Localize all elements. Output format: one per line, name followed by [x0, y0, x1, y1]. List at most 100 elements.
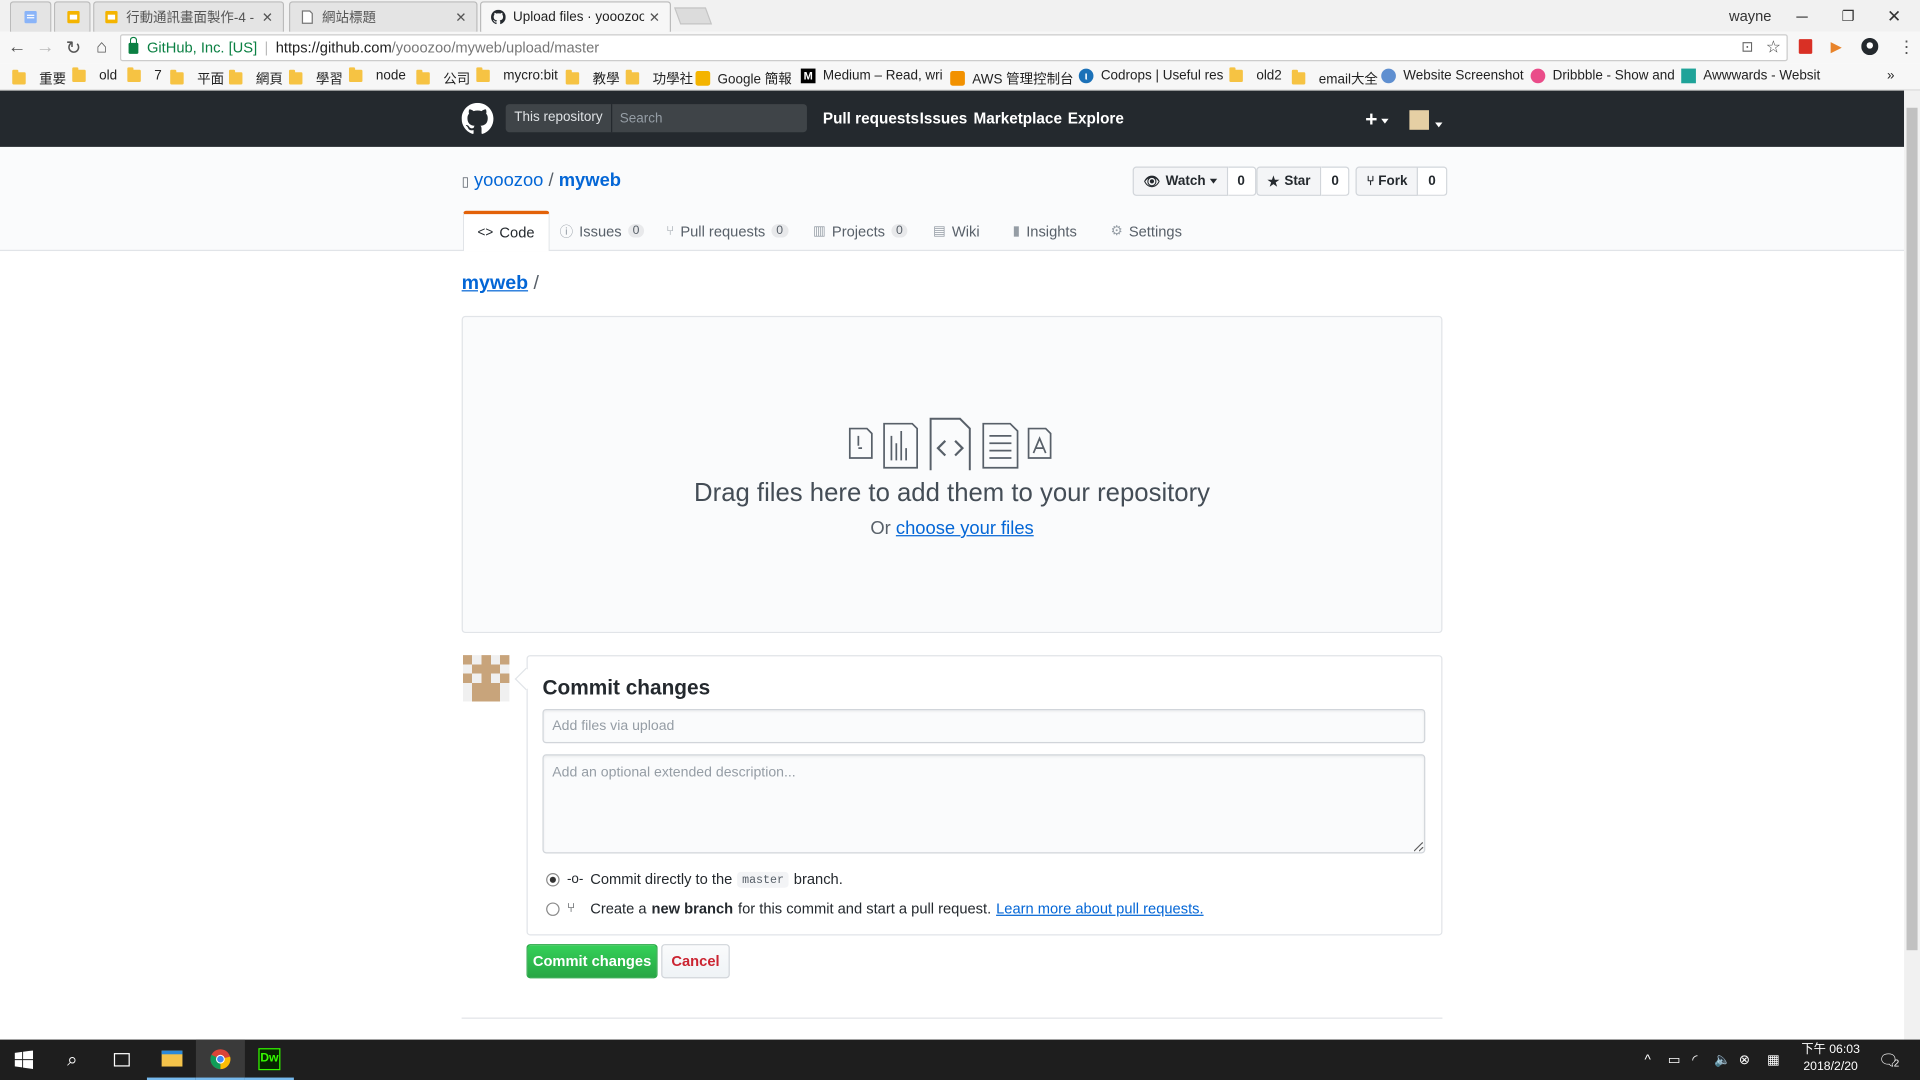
star-icon: ★	[1267, 174, 1280, 190]
nav-pull-requests[interactable]: Pull requests	[823, 110, 919, 127]
tray-app-icon[interactable]: ⊗	[1739, 1040, 1750, 1080]
repo-owner-link[interactable]: yooozoo	[474, 170, 543, 191]
home-icon[interactable]: ⌂	[91, 37, 113, 58]
volume-icon[interactable]: 🔈	[1714, 1040, 1731, 1080]
file-explorer-icon[interactable]	[146, 1040, 196, 1080]
tab-code[interactable]: <> Code	[462, 210, 550, 252]
window-close-icon[interactable]: ✕	[1887, 0, 1901, 32]
tab-issues[interactable]: ⓘ Issues 0	[560, 211, 645, 251]
close-icon[interactable]: ✕	[649, 9, 660, 25]
bookmarks-overflow-icon[interactable]: »	[1887, 69, 1895, 84]
watch-count[interactable]: 0	[1227, 166, 1256, 196]
commit-directly-option[interactable]: -o- Commit directly to the master branch…	[567, 871, 843, 888]
menu-icon[interactable]: ⋮	[1898, 37, 1915, 58]
bookmark-item[interactable]: 平面	[170, 69, 224, 89]
windows-start-icon[interactable]	[0, 1040, 47, 1080]
bookmark-item[interactable]: Awwwards - Websit	[1681, 68, 1820, 84]
bookmark-item[interactable]: AWS 管理控制台	[950, 69, 1074, 89]
fork-count[interactable]: 0	[1418, 166, 1447, 196]
bookmark-item[interactable]: 教學	[565, 69, 620, 89]
nav-issues[interactable]: Issues	[920, 110, 968, 127]
new-branch-option[interactable]: ⑂ Create a new branch for this commit an…	[567, 900, 1204, 917]
github-extension-icon[interactable]	[1861, 37, 1879, 56]
bookmark-item[interactable]: 網頁	[228, 69, 283, 89]
pinned-tab-slides[interactable]	[53, 1, 91, 32]
bookmark-item[interactable]: Website Screenshot	[1381, 68, 1524, 84]
bookmark-item[interactable]: email大全	[1291, 69, 1378, 89]
system-clock[interactable]: 下午 06:03 2018/2/20	[1790, 1042, 1871, 1076]
pinned-tab-google[interactable]	[9, 1, 52, 32]
bookmark-item[interactable]: old	[72, 67, 117, 83]
breadcrumb-repo-link[interactable]: myweb	[462, 273, 528, 294]
tab-pull-requests[interactable]: ⑂ Pull requests 0	[666, 211, 789, 251]
bookmark-item[interactable]: 7	[127, 67, 162, 83]
dribbble-icon	[1530, 68, 1546, 84]
dreamweaver-icon[interactable]: Dw	[244, 1040, 294, 1080]
commit-summary-input[interactable]	[542, 708, 1426, 744]
tab-projects[interactable]: ▥ Projects 0	[813, 211, 908, 251]
battery-icon[interactable]: ▭	[1668, 1040, 1681, 1080]
new-tab-button[interactable]	[674, 7, 713, 25]
choose-files-link[interactable]: choose your files	[896, 518, 1034, 539]
bookmark-item[interactable]: Google 簡報	[695, 69, 792, 89]
url-path: /yooozoo/myweb/upload/master	[391, 39, 600, 57]
browser-tab-2[interactable]: 網站標題 ✕	[288, 1, 478, 32]
wifi-icon[interactable]: ◜	[1692, 1040, 1697, 1080]
address-separator: |	[264, 39, 269, 57]
commit-directly-radio[interactable]	[546, 873, 560, 887]
bookmark-item[interactable]: 功學社	[625, 69, 693, 89]
extension-icon[interactable]	[1798, 39, 1813, 54]
bookmark-star-icon[interactable]: ☆	[1766, 37, 1781, 58]
bookmark-item[interactable]: 公司	[416, 69, 470, 89]
scrollbar-thumb[interactable]	[1906, 107, 1918, 951]
learn-more-link[interactable]: Learn more about pull requests.	[996, 900, 1203, 917]
create-new-button[interactable]: +	[1365, 108, 1389, 132]
address-bar[interactable]: GitHub, Inc. [US] | https://github.com /…	[120, 34, 1788, 62]
bookmark-item[interactable]: old2	[1229, 67, 1282, 83]
watch-button[interactable]: 👁 Watch	[1132, 166, 1228, 196]
forward-icon[interactable]: →	[34, 37, 56, 58]
task-view-icon[interactable]	[98, 1040, 145, 1080]
close-icon[interactable]: ✕	[262, 9, 273, 25]
action-center-icon[interactable]: 🗨 2	[1878, 1040, 1899, 1080]
search-input[interactable]	[612, 104, 807, 133]
bookmark-item[interactable]: ι Codrops | Useful res	[1078, 68, 1223, 84]
chevron-down-icon[interactable]	[1431, 114, 1443, 135]
commit-changes-button[interactable]: Commit changes	[526, 944, 658, 979]
bookmark-item[interactable]: 學習	[288, 69, 343, 89]
user-avatar	[462, 655, 510, 702]
new-branch-radio[interactable]	[546, 902, 560, 916]
close-icon[interactable]: ✕	[455, 9, 466, 25]
tab-insights[interactable]: ▮ Insights	[1013, 211, 1077, 251]
restore-icon[interactable]: ❐	[1842, 0, 1855, 32]
bookmark-item[interactable]: M Medium – Read, wri	[800, 68, 943, 84]
bookmark-item[interactable]: node	[348, 67, 406, 83]
chrome-icon[interactable]	[195, 1039, 245, 1080]
github-mark-icon[interactable]	[461, 102, 494, 135]
commit-description-textarea[interactable]	[542, 754, 1426, 854]
tray-overflow-icon[interactable]: ^	[1644, 1040, 1650, 1080]
bookmark-item[interactable]: 重要	[12, 69, 66, 89]
tab-wiki[interactable]: ▤ Wiki	[933, 211, 980, 251]
repo-name-link[interactable]: myweb	[559, 170, 621, 191]
user-avatar[interactable]	[1409, 110, 1429, 130]
star-button[interactable]: ★ Star	[1256, 166, 1322, 196]
search-icon[interactable]: ⌕	[49, 1040, 96, 1080]
back-icon[interactable]: ←	[6, 37, 28, 58]
fork-button[interactable]: ⑂ Fork	[1355, 166, 1419, 196]
cancel-button[interactable]: Cancel	[661, 944, 730, 979]
nav-explore[interactable]: Explore	[1068, 110, 1124, 127]
browser-tab-1[interactable]: 行動通訊畫面製作-4 - G ✕	[93, 1, 285, 32]
translate-icon[interactable]: ⊡	[1741, 38, 1753, 55]
nav-marketplace[interactable]: Marketplace	[973, 110, 1061, 127]
star-count[interactable]: 0	[1321, 166, 1350, 196]
bookmark-item[interactable]: Dribbble - Show and	[1530, 68, 1675, 84]
browser-tab-active[interactable]: Upload files · yooozoo/ ✕	[480, 1, 672, 32]
ime-icon[interactable]: ▦	[1767, 1040, 1780, 1080]
tab-settings[interactable]: ⚙ Settings	[1111, 211, 1182, 251]
bookmark-item[interactable]: mycro:bit	[476, 67, 558, 83]
minimize-icon[interactable]: ─	[1796, 0, 1807, 32]
extension-icon[interactable]: ▶	[1831, 38, 1842, 55]
reload-icon[interactable]: ↻	[62, 37, 84, 59]
file-drop-zone[interactable]	[461, 315, 1443, 634]
